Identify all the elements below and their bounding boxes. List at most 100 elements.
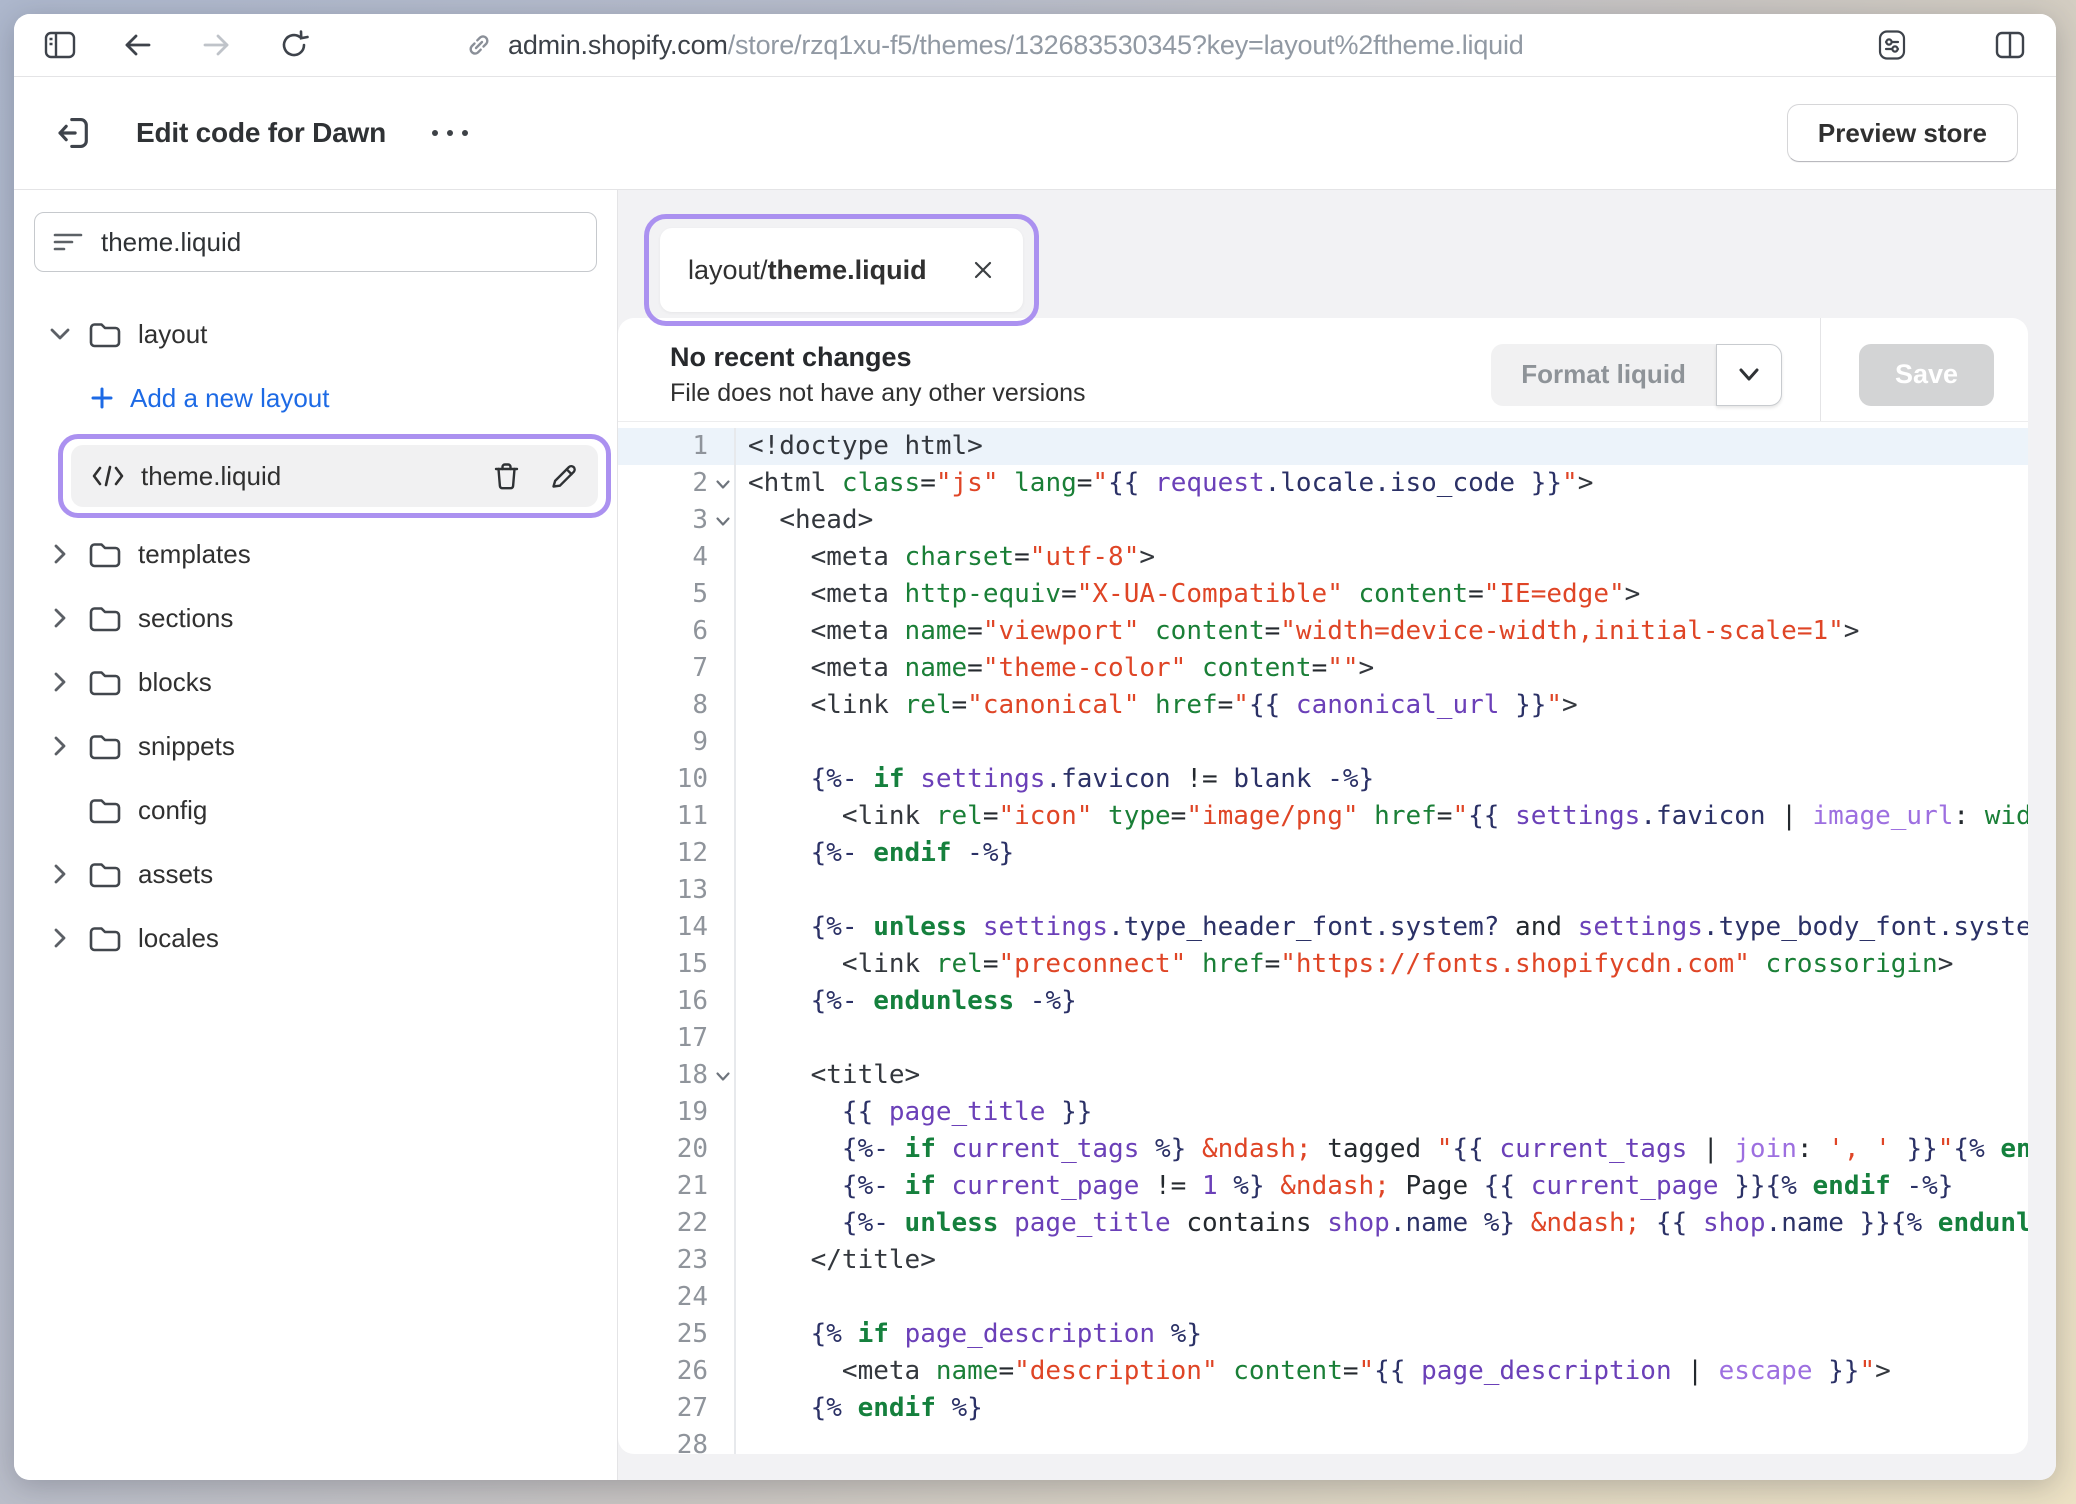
code-line-3[interactable]: 3 <head> (618, 502, 2028, 539)
line-number: 26 (618, 1353, 736, 1390)
fold-chevron-icon[interactable] (715, 516, 731, 527)
code-text: {%- unless settings.type_header_font.sys… (736, 909, 2028, 946)
fold-chevron-icon[interactable] (715, 479, 731, 490)
code-line-10[interactable]: 10 {%- if settings.favicon != blank -%} (618, 761, 2028, 798)
save-button[interactable]: Save (1859, 344, 1994, 406)
add-new-layout-button[interactable]: Add a new layout (14, 366, 617, 430)
chevron-right-icon[interactable] (48, 863, 72, 885)
line-number: 24 (618, 1279, 736, 1316)
code-line-24[interactable]: 24 (618, 1279, 2028, 1316)
code-line-8[interactable]: 8 <link rel="canonical" href="{{ canonic… (618, 687, 2028, 724)
code-text: <meta name="viewport" content="width=dev… (736, 613, 2028, 650)
code-line-23[interactable]: 23 </title> (618, 1242, 2028, 1279)
code-text (736, 1020, 2028, 1057)
code-line-15[interactable]: 15 <link rel="preconnect" href="https://… (618, 946, 2028, 983)
url-text: admin.shopify.com/store/rzq1xu-f5/themes… (508, 30, 1524, 61)
chevron-right-icon[interactable] (48, 607, 72, 629)
code-text: {%- if current_tags %} &ndash; tagged "{… (736, 1131, 2028, 1168)
code-line-13[interactable]: 13 (618, 872, 2028, 909)
sidebar-folder-snippets[interactable]: snippets (14, 714, 617, 778)
line-number: 17 (618, 1020, 736, 1057)
code-line-22[interactable]: 22 {%- unless page_title contains shop.n… (618, 1205, 2028, 1242)
folder-icon (88, 860, 122, 888)
code-line-14[interactable]: 14 {%- unless settings.type_header_font.… (618, 909, 2028, 946)
code-line-1[interactable]: 1<!doctype html> (618, 428, 2028, 465)
fold-chevron-icon[interactable] (715, 1071, 731, 1082)
code-text (736, 872, 2028, 909)
tab-theme-liquid[interactable]: layout/theme.liquid (660, 228, 1023, 312)
folder-icon (88, 924, 122, 952)
code-text: {{ page_title }} (736, 1094, 2028, 1131)
code-line-6[interactable]: 6 <meta name="viewport" content="width=d… (618, 613, 2028, 650)
sidebar-folder-sections[interactable]: sections (14, 586, 617, 650)
browser-sidebar-toggle-icon[interactable] (40, 25, 80, 65)
code-line-4[interactable]: 4 <meta charset="utf-8"> (618, 539, 2028, 576)
line-number: 3 (618, 502, 736, 539)
line-number: 20 (618, 1131, 736, 1168)
line-number: 25 (618, 1316, 736, 1353)
file-label: theme.liquid (141, 461, 281, 492)
back-icon[interactable] (118, 25, 158, 65)
preview-store-button[interactable]: Preview store (1787, 104, 2018, 162)
code-line-18[interactable]: 18 <title> (618, 1057, 2028, 1094)
folder-label: assets (138, 859, 213, 890)
sidebar-folder-config[interactable]: config (14, 778, 617, 842)
code-line-2[interactable]: 2<html class="js" lang="{{ request.local… (618, 465, 2028, 502)
forward-icon[interactable] (196, 25, 236, 65)
exit-editor-icon[interactable] (52, 111, 96, 155)
line-number: 8 (618, 687, 736, 724)
reload-icon[interactable] (274, 25, 314, 65)
url-path: /store/rzq1xu-f5/themes/132683530345?key… (728, 30, 1524, 60)
tab-bar: layout/theme.liquid (618, 190, 2056, 334)
line-number: 19 (618, 1094, 736, 1131)
code-line-28[interactable]: 28 (618, 1427, 2028, 1454)
code-line-7[interactable]: 7 <meta name="theme-color" content=""> (618, 650, 2028, 687)
folder-label: blocks (138, 667, 212, 698)
code-line-26[interactable]: 26 <meta name="description" content="{{ … (618, 1353, 2028, 1390)
line-number: 12 (618, 835, 736, 872)
folder-icon (88, 796, 122, 824)
tab-annotation-ring: layout/theme.liquid (644, 214, 1039, 326)
more-actions-icon[interactable] (432, 130, 468, 136)
chevron-right-icon[interactable] (48, 735, 72, 757)
code-line-9[interactable]: 9 (618, 724, 2028, 761)
code-text: <title> (736, 1057, 2028, 1094)
code-line-25[interactable]: 25 {% if page_description %} (618, 1316, 2028, 1353)
folder-icon (88, 732, 122, 760)
search-input[interactable] (99, 226, 578, 259)
code-line-16[interactable]: 16 {%- endunless -%} (618, 983, 2028, 1020)
format-liquid-label[interactable]: Format liquid (1491, 344, 1716, 406)
code-line-27[interactable]: 27 {% endif %} (618, 1390, 2028, 1427)
tab-close-icon[interactable] (971, 258, 995, 282)
chevron-down-icon[interactable] (48, 327, 72, 341)
code-line-21[interactable]: 21 {%- if current_page != 1 %} &ndash; P… (618, 1168, 2028, 1205)
page-settings-icon[interactable] (1872, 25, 1912, 65)
address-bar[interactable]: admin.shopify.com/store/rzq1xu-f5/themes… (464, 25, 1852, 65)
code-line-11[interactable]: 11 <link rel="icon" type="image/png" hre… (618, 798, 2028, 835)
folder-label: templates (138, 539, 251, 570)
code-line-20[interactable]: 20 {%- if current_tags %} &ndash; tagged… (618, 1131, 2028, 1168)
code-text (736, 724, 2028, 761)
sidebar-folder-blocks[interactable]: blocks (14, 650, 617, 714)
chevron-right-icon[interactable] (48, 543, 72, 565)
format-liquid-button: Format liquid (1491, 344, 1782, 406)
code-text: {% if page_description %} (736, 1316, 2028, 1353)
sidebar-folder-locales[interactable]: locales (14, 906, 617, 970)
code-line-17[interactable]: 17 (618, 1020, 2028, 1057)
code-line-19[interactable]: 19 {{ page_title }} (618, 1094, 2028, 1131)
sidebar-folder-templates[interactable]: templates (14, 522, 617, 586)
sidebar-folder-assets[interactable]: assets (14, 842, 617, 906)
delete-file-icon[interactable] (493, 462, 520, 491)
sidebar-folder-layout[interactable]: layout (14, 302, 617, 366)
file-search[interactable] (34, 212, 597, 272)
chevron-right-icon[interactable] (48, 927, 72, 949)
rename-file-icon[interactable] (550, 462, 578, 490)
format-dropdown-button[interactable] (1716, 344, 1782, 406)
split-view-icon[interactable] (1990, 25, 2030, 65)
code-line-5[interactable]: 5 <meta http-equiv="X-UA-Compatible" con… (618, 576, 2028, 613)
sidebar-file-theme.liquid[interactable]: theme.liquid (71, 445, 598, 507)
code-line-12[interactable]: 12 {%- endif -%} (618, 835, 2028, 872)
browser-toolbar: admin.shopify.com/store/rzq1xu-f5/themes… (14, 14, 2056, 77)
filter-icon (53, 230, 83, 254)
chevron-right-icon[interactable] (48, 671, 72, 693)
